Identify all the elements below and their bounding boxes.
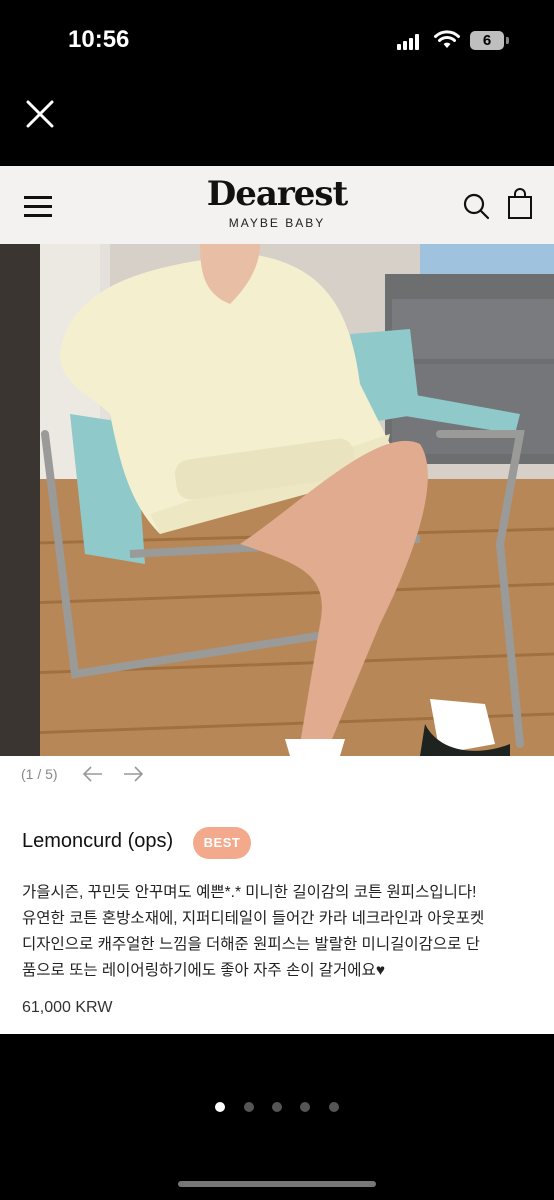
gallery-counter: (1 / 5) [21, 766, 58, 782]
description-line: 가을시즌, 꾸민듯 안꾸며도 예쁜*.* 미니한 길이감의 코튼 원피스입니다! [22, 884, 477, 901]
shopping-bag-icon[interactable] [506, 188, 534, 220]
description-line: 품으로 또는 레이어링하기에도 좋아 자주 손이 갈거에요♥ [22, 962, 386, 979]
carousel-dot-4[interactable] [300, 1102, 311, 1112]
shop-header: Dearest MAYBE BABY [0, 166, 554, 244]
battery-icon: 6 [470, 31, 504, 50]
description-line: 유연한 코튼 혼방소재에, 지퍼디테일이 들어간 카라 네크라인과 아웃포켓 [22, 910, 485, 927]
product-description: 가을시즌, 꾸민듯 안꾸며도 예쁜*.* 미니한 길이감의 코튼 원피스입니다!… [22, 880, 537, 984]
arrow-right-icon[interactable] [122, 764, 144, 784]
carousel-dots [0, 1099, 554, 1113]
status-bar: 10:56 6 [0, 0, 554, 80]
status-time: 10:56 [68, 26, 130, 53]
gallery-pager: (1 / 5) [0, 764, 554, 788]
signal-icon [397, 34, 423, 50]
home-indicator[interactable] [178, 1181, 376, 1187]
product-price: 61,000 KRW [22, 999, 113, 1016]
search-icon[interactable] [462, 192, 490, 220]
product-title: Lemoncurd (ops) [22, 830, 174, 852]
wifi-icon [434, 30, 460, 48]
carousel-dot-3[interactable] [272, 1102, 282, 1112]
arrow-left-icon[interactable] [82, 764, 104, 784]
description-line: 디자인으로 캐주얼한 느낌을 더해준 원피스는 발랄한 미니길이감으로 단 [22, 936, 480, 953]
battery-cap [506, 37, 509, 44]
best-badge: BEST [193, 827, 251, 859]
carousel-dot-5[interactable] [328, 1102, 339, 1112]
shared-screenshot: Dearest MAYBE BABY (1 / 5) Lemoncurd (op… [0, 166, 554, 1034]
carousel-dot-1[interactable] [215, 1102, 226, 1112]
carousel-dot-2[interactable] [243, 1102, 254, 1112]
product-photo[interactable] [0, 244, 554, 756]
close-icon[interactable] [22, 96, 58, 132]
